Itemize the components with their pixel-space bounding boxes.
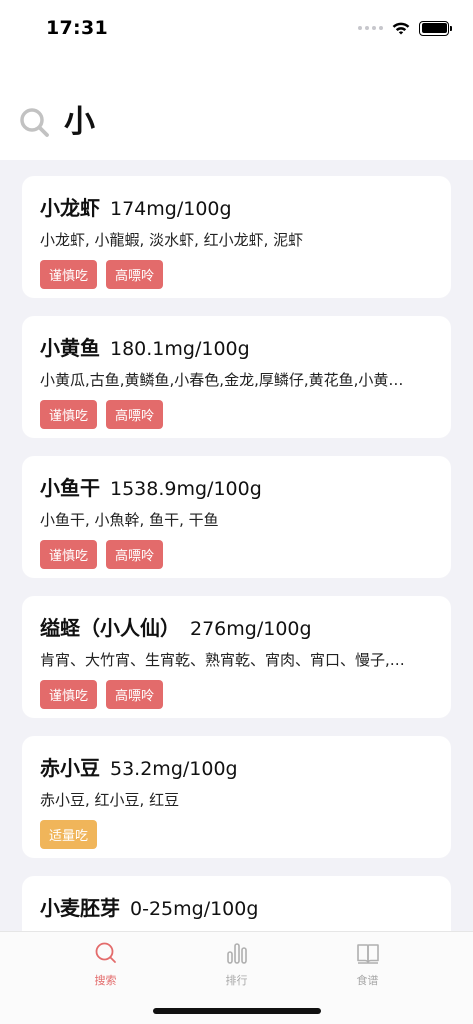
tag-group: 适量吃: [40, 820, 433, 849]
food-aliases: 小龙虾, 小龍蝦, 淡水虾, 红小龙虾, 泥虾: [40, 231, 304, 249]
purine-value: 180.1mg/100g: [110, 338, 250, 360]
status-time: 17:31: [46, 17, 108, 39]
card-title-row: 小鱼干 1538.9mg/100g: [40, 472, 433, 501]
card-title-row: 小黄鱼 180.1mg/100g: [40, 332, 433, 361]
tag-group: 谨慎吃 高嘌呤: [40, 540, 433, 569]
search-header[interactable]: 小: [0, 56, 473, 160]
caution-tag: 谨慎吃: [40, 540, 98, 569]
food-name: 小龙虾: [40, 196, 100, 220]
purine-value: 1538.9mg/100g: [110, 478, 262, 500]
results-list: 小龙虾 174mg/100g 小龙虾, 小龍蝦, 淡水虾, 红小龙虾, 泥虾 谨慎吃高…: [22, 176, 451, 1016]
tab-search[interactable]: 搜索: [66, 940, 146, 1024]
tab-recipes-label: 食谱: [356, 974, 379, 987]
tab-recipes[interactable]: 食谱: [328, 940, 408, 1024]
high-purine-tag: 高嘌呤: [106, 680, 164, 709]
app-screen: 17:31 小 小龙虾 174mg/100g 小龙虾, 小龍蝦, 淡水虾, 红小龙虾…: [0, 0, 473, 1024]
food-name: 赤小豆: [40, 756, 100, 780]
purine-value: 174mg/100g: [110, 198, 232, 220]
tag-group: 谨慎吃 高嘌呤: [40, 260, 433, 289]
purine-value: 276mg/100g: [190, 618, 312, 640]
status-icons: [358, 20, 452, 36]
search-icon: [20, 108, 49, 137]
tab-search-label: 搜索: [94, 974, 117, 987]
purine-value: 53.2mg/100g: [110, 758, 238, 780]
food-name: 缢蛏（小人仙）: [40, 616, 180, 640]
high-purine-tag: 高嘌呤: [106, 540, 164, 569]
result-card[interactable]: 缢蛏（小人仙） 276mg/100g 肯宵、大竹宵、生宵乾、熟宵乾、宵肉、宵口、慢子…: [22, 596, 451, 718]
caution-tag: 谨慎吃: [40, 260, 98, 289]
status-bar: 17:31: [0, 0, 473, 56]
card-title-row: 小龙虾 174mg/100g: [40, 192, 433, 221]
food-aliases: 小黄瓜,古鱼,黄鳞鱼,小春色,金龙,厚鳞仔,黄花鱼,小黄…: [40, 371, 404, 389]
high-purine-tag: 高嘌呤: [106, 260, 164, 289]
card-title-row: 赤小豆 53.2mg/100g: [40, 752, 433, 781]
card-title-row: 小麦胚芽 0-25mg/100g: [40, 892, 433, 921]
purine-value: 0-25mg/100g: [130, 898, 259, 920]
food-aliases: 小鱼干, 小魚幹, 鱼干, 干鱼: [40, 511, 219, 529]
result-card[interactable]: 赤小豆 53.2mg/100g 赤小豆, 红小豆, 红豆适量吃: [22, 736, 451, 858]
food-aliases: 肯宵、大竹宵、生宵乾、熟宵乾、宵肉、宵口、慢子,…: [40, 651, 405, 669]
search-icon: [95, 942, 116, 963]
moderate-tag: 适量吃: [40, 820, 98, 849]
food-name: 小麦胚芽: [40, 896, 120, 920]
tab-ranking-label: 排行: [225, 974, 248, 987]
home-indicator: [153, 1008, 321, 1014]
tag-group: 谨慎吃 高嘌呤: [40, 400, 433, 429]
caution-tag: 谨慎吃: [40, 680, 98, 709]
caution-tag: 谨慎吃: [40, 400, 98, 429]
battery-icon: [419, 20, 452, 36]
result-card[interactable]: 小龙虾 174mg/100g 小龙虾, 小龍蝦, 淡水虾, 红小龙虾, 泥虾谨慎吃高…: [22, 176, 451, 298]
card-title-row: 缢蛏（小人仙） 276mg/100g: [40, 612, 433, 641]
book-icon: [356, 944, 379, 964]
search-query-text[interactable]: 小: [64, 102, 95, 142]
result-card[interactable]: 小黄鱼 180.1mg/100g 小黄瓜,古鱼,黄鳞鱼,小春色,金龙,厚鳞仔,黄花鱼…: [22, 316, 451, 438]
food-name: 小黄鱼: [40, 336, 100, 360]
cellular-signal-icon: [358, 26, 383, 30]
tag-group: 谨慎吃 高嘌呤: [40, 680, 433, 709]
food-name: 小鱼干: [40, 476, 100, 500]
result-card[interactable]: 小鱼干 1538.9mg/100g 小鱼干, 小魚幹, 鱼干, 干鱼谨慎吃 高嘌呤: [22, 456, 451, 578]
high-purine-tag: 高嘌呤: [106, 400, 164, 429]
food-aliases: 赤小豆, 红小豆, 红豆: [40, 791, 180, 809]
bar-chart-icon: [226, 943, 247, 964]
wifi-icon: [392, 22, 410, 34]
